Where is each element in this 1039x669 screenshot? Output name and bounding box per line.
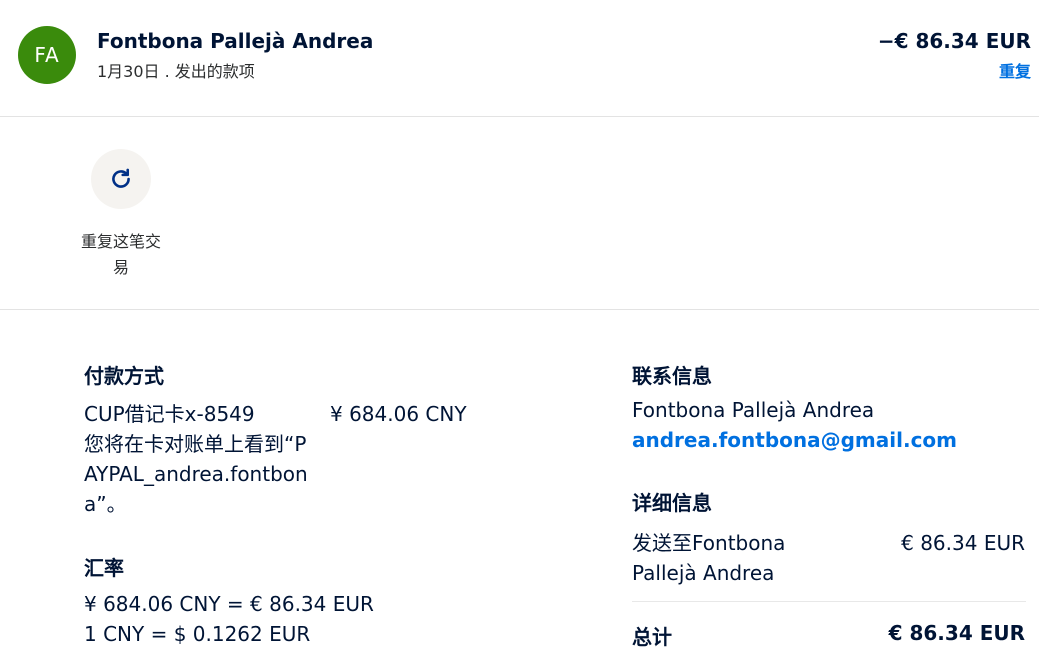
avatar: FA xyxy=(18,26,76,84)
avatar-initials: FA xyxy=(34,43,60,67)
sent-to-label: 发送至Fontbona Pallejà Andrea xyxy=(632,531,786,585)
contact-name: Fontbona Pallejà Andrea xyxy=(632,398,875,422)
exchange-rate-line2: 1 CNY = $ 0.1262 EUR xyxy=(84,622,311,646)
exchange-rate-line1: ¥ 684.06 CNY = € 86.34 EUR xyxy=(84,592,374,616)
total-label: 总计 xyxy=(632,625,672,649)
merchant-name: Fontbona Pallejà Andrea xyxy=(97,29,374,53)
repeat-transaction-label: 重复这笔交易 xyxy=(80,232,161,277)
transaction-header: FA Fontbona Pallejà Andrea 1月30日 . 发出的款项… xyxy=(0,0,1039,117)
payment-method-title: 付款方式 xyxy=(84,364,164,388)
transaction-amount: −€ 86.34 EUR xyxy=(877,29,1031,53)
transaction-subtitle: 1月30日 . 发出的款项 xyxy=(97,62,255,81)
actions-row: 重复这笔交易 xyxy=(0,117,1039,310)
contact-email-link[interactable]: andrea.fontbona@gmail.com xyxy=(632,425,957,455)
payment-amount: ¥ 684.06 CNY xyxy=(330,402,467,426)
payment-card: CUP借记卡x-8549 xyxy=(84,402,255,426)
sent-amount: € 86.34 EUR xyxy=(901,531,1025,555)
details-title: 详细信息 xyxy=(632,491,712,515)
total-amount: € 86.34 EUR xyxy=(888,621,1025,645)
details-divider xyxy=(632,601,1026,602)
repeat-transaction-button[interactable]: 重复这笔交易 xyxy=(76,149,166,281)
refresh-icon xyxy=(112,168,130,188)
statement-note: 您将在卡对账单上看到“PAYPAL_andrea.fontbona”。 xyxy=(84,432,308,516)
contact-info-title: 联系信息 xyxy=(632,364,712,388)
repeat-transaction-circle[interactable] xyxy=(91,149,151,209)
exchange-rate-title: 汇率 xyxy=(84,556,124,580)
repeat-link[interactable]: 重复 xyxy=(999,58,1031,82)
